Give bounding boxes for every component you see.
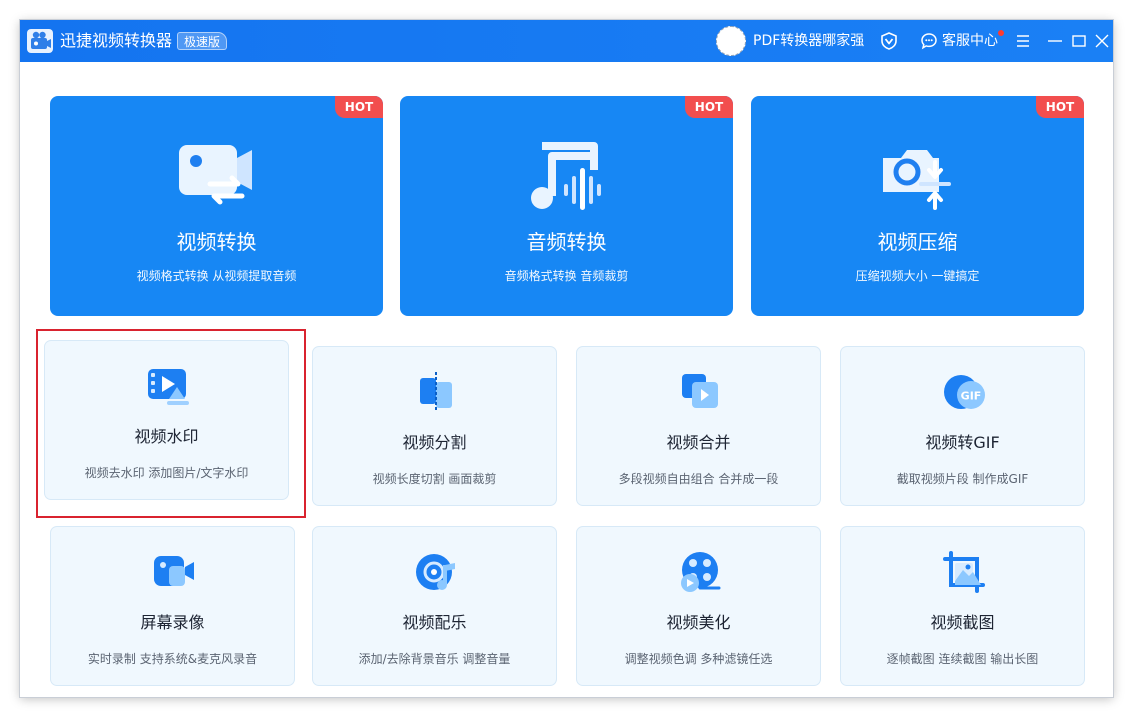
minimize-icon[interactable] (1045, 31, 1065, 51)
tool-description: 截取视频片段 制作成GIF (896, 472, 1029, 486)
tool-card-merge[interactable]: 视频合并 多段视频自由组合 合并成一段 (576, 346, 821, 506)
screenshot-icon (943, 551, 985, 593)
gif-icon-text: GIF (961, 390, 982, 403)
card-description: 音频格式转换 音频裁剪 (504, 269, 629, 283)
tool-description: 添加/去除背景音乐 调整音量 (358, 652, 511, 666)
screen-record-icon (153, 551, 195, 593)
tool-title: 视频合并 (666, 433, 731, 452)
tool-title: 视频转GIF (925, 433, 1000, 452)
edition-badge: 极速版 (177, 32, 228, 50)
tool-description: 调整视频色调 多种滤镜任选 (624, 652, 773, 666)
tool-card-beautify[interactable]: 视频美化 调整视频色调 多种滤镜任选 (576, 526, 821, 686)
tool-description: 实时录制 支持系统&麦克风录音 (87, 652, 258, 666)
audio-convert-icon (526, 140, 608, 212)
card-title: 音频转换 (526, 230, 607, 254)
music-icon (415, 551, 457, 593)
video-compress-icon (877, 140, 959, 212)
maximize-icon[interactable] (1069, 31, 1089, 51)
video-convert-card[interactable]: HOT 视频转换 视频格式转换 从视频提取音频 (50, 96, 383, 316)
video-compress-card[interactable]: HOT 视频压缩 压缩视频大小 一键搞定 (751, 96, 1084, 316)
video-convert-icon (176, 140, 258, 212)
user-avatar[interactable] (716, 26, 746, 56)
tool-description: 逐帧截图 连续截图 输出长图 (886, 652, 1039, 666)
gif-icon: GIF (943, 371, 985, 413)
card-title: 视频转换 (176, 230, 257, 254)
chat-bubble-icon (920, 32, 938, 50)
hot-badge: HOT (685, 96, 733, 118)
card-description: 压缩视频大小 一键搞定 (855, 269, 980, 283)
watermark-icon (147, 365, 189, 407)
support-center-label: 客服中心 (942, 33, 998, 49)
tool-card-screenshot[interactable]: 视频截图 逐帧截图 连续截图 输出长图 (840, 526, 1085, 686)
card-title: 视频压缩 (877, 230, 958, 254)
tool-description: 多段视频自由组合 合并成一段 (618, 472, 779, 486)
tool-card-music[interactable]: 视频配乐 添加/去除背景音乐 调整音量 (312, 526, 557, 686)
merge-icon (679, 371, 721, 413)
tool-title: 屏幕录像 (140, 613, 205, 632)
menu-icon[interactable] (1013, 31, 1033, 51)
tool-description: 视频去水印 添加图片/文字水印 (84, 466, 249, 480)
audio-convert-card[interactable]: HOT 音频转换 音频格式转换 音频裁剪 (400, 96, 733, 316)
app-logo-icon (27, 29, 53, 53)
tool-title: 视频分割 (402, 433, 467, 452)
notification-dot (998, 30, 1004, 36)
tool-card-split[interactable]: 视频分割 视频长度切割 画面裁剪 (312, 346, 557, 506)
tool-card-gif[interactable]: GIF 视频转GIF 截取视频片段 制作成GIF (840, 346, 1085, 506)
tool-title: 视频美化 (666, 613, 731, 632)
vip-shield-icon[interactable] (880, 32, 898, 50)
tool-title: 视频配乐 (402, 613, 467, 632)
beautify-icon (679, 551, 721, 593)
card-description: 视频格式转换 从视频提取音频 (136, 269, 297, 283)
tool-description: 视频长度切割 画面裁剪 (372, 472, 497, 486)
app-window: 迅捷视频转换器 极速版 PDF转换器哪家强 客服中心 HOT 视频转换 视频格式… (20, 20, 1113, 697)
close-icon[interactable] (1092, 31, 1112, 51)
user-name[interactable]: PDF转换器哪家强 (753, 32, 864, 50)
tool-card-screen-record[interactable]: 屏幕录像 实时录制 支持系统&麦克风录音 (50, 526, 295, 686)
tool-title: 视频截图 (930, 613, 995, 632)
title-bar: 迅捷视频转换器 极速版 PDF转换器哪家强 客服中心 (20, 20, 1113, 62)
tool-card-watermark[interactable]: 视频水印 视频去水印 添加图片/文字水印 (44, 340, 289, 500)
hot-badge: HOT (1036, 96, 1084, 118)
app-title: 迅捷视频转换器 (60, 31, 173, 50)
split-icon (415, 371, 457, 413)
hot-badge: HOT (335, 96, 383, 118)
tool-title: 视频水印 (134, 427, 199, 446)
